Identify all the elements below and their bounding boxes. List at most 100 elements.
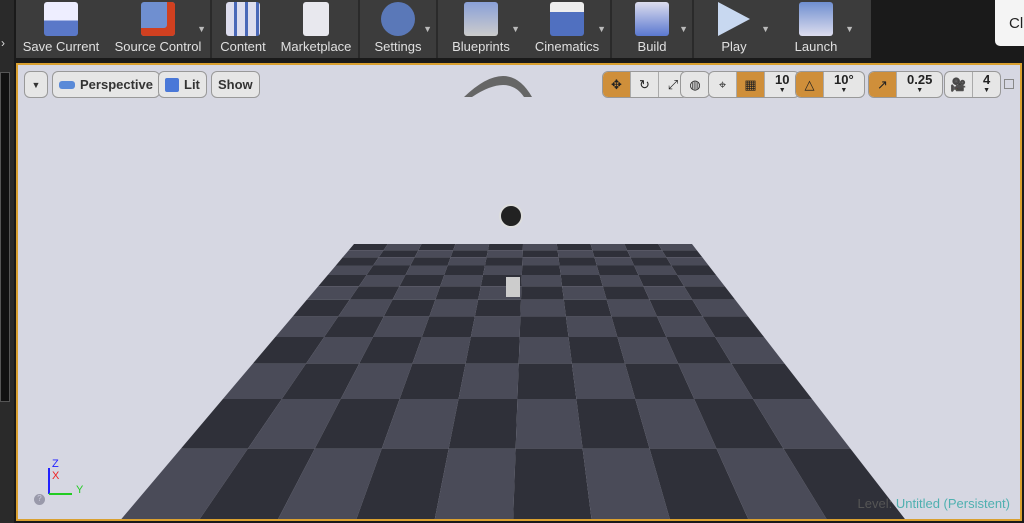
floor-tile xyxy=(335,257,379,266)
floor-tile xyxy=(671,265,716,275)
x-axis-label: X xyxy=(52,470,60,482)
expand-arrow-icon[interactable]: › xyxy=(1,36,5,50)
side-panel xyxy=(0,72,10,402)
sky-sphere-actor xyxy=(499,204,523,228)
label: Marketplace xyxy=(280,39,352,54)
transform-mode-group: ✥ ↻ ⤢ xyxy=(602,71,688,98)
floor-tile xyxy=(378,250,419,258)
launch-button[interactable]: Launch ▼ xyxy=(774,0,858,58)
chevron-down-icon[interactable]: ▼ xyxy=(197,24,206,34)
blueprints-button[interactable]: Blueprints ▼ xyxy=(438,0,524,58)
floor-tile xyxy=(599,275,644,287)
perspective-button[interactable]: Perspective xyxy=(52,71,160,98)
floor-tile xyxy=(342,250,384,258)
level-viewport[interactable]: ▼ Perspective Lit Show ✥ ↻ ⤢ ◍ ⌖ ▦ 10 ▼ △… xyxy=(16,63,1022,521)
floor-tile xyxy=(624,244,662,251)
surface-snap-icon[interactable]: ⌖ xyxy=(709,72,737,97)
rotation-snap-value[interactable]: 10° ▼ xyxy=(824,72,864,97)
marketplace-button[interactable]: Marketplace xyxy=(274,0,358,58)
grid-snap-icon[interactable]: ▦ xyxy=(737,72,765,97)
floor-tile xyxy=(568,337,626,364)
level-name: Untitled (Persistent) xyxy=(895,496,1010,511)
floor-tile xyxy=(414,250,454,258)
settings-button[interactable]: Settings ▼ xyxy=(360,0,436,58)
floor-tile xyxy=(448,399,518,449)
floor-tile xyxy=(559,265,600,275)
label: 4 xyxy=(983,71,991,87)
floor-tile xyxy=(483,265,523,275)
left-panel-strip: › xyxy=(0,0,14,523)
floor-tile xyxy=(594,257,635,266)
floor-tile xyxy=(563,299,612,317)
lit-button[interactable]: Lit xyxy=(158,71,207,98)
floor-tile xyxy=(383,244,422,251)
floor-tile xyxy=(366,265,411,275)
floor-tile xyxy=(658,244,697,251)
level-label: Level: xyxy=(857,496,893,511)
player-start-actor xyxy=(506,277,520,297)
floor-tile xyxy=(405,265,448,275)
content-icon xyxy=(226,2,260,36)
floor-tile xyxy=(487,244,523,251)
label: 10° xyxy=(834,71,854,87)
floor-tile xyxy=(571,363,636,399)
popup-text: Cl xyxy=(1009,15,1024,32)
label: Build xyxy=(637,39,667,54)
chevron-down-icon[interactable]: ▼ xyxy=(845,24,854,34)
label: Cinematics xyxy=(534,39,600,54)
floor-tile xyxy=(521,286,564,300)
floor-tile xyxy=(373,257,415,266)
floor-tile xyxy=(684,286,736,300)
play-icon xyxy=(718,2,750,36)
floor-tile xyxy=(358,275,406,287)
launch-icon xyxy=(799,2,833,36)
show-button[interactable]: Show xyxy=(211,71,260,98)
floor-tile xyxy=(327,265,374,275)
scale-snap-value[interactable]: 0.25 ▼ xyxy=(897,72,942,97)
marketplace-icon xyxy=(303,2,329,36)
label: 10 xyxy=(775,71,790,87)
save-icon xyxy=(44,2,78,36)
label: Source Control xyxy=(114,39,202,54)
save-current-button[interactable]: Save Current xyxy=(16,0,106,58)
floor-tile xyxy=(565,316,618,337)
scale-snap-icon[interactable]: ↗ xyxy=(869,72,897,97)
content-button[interactable]: Content xyxy=(212,0,274,58)
chevron-down-icon[interactable]: ▼ xyxy=(511,24,520,34)
floor-tile xyxy=(410,257,451,266)
blueprints-icon xyxy=(464,2,498,36)
floor-tile xyxy=(429,299,479,317)
chevron-down-icon[interactable]: ▼ xyxy=(679,24,688,34)
translate-icon[interactable]: ✥ xyxy=(603,72,631,97)
label: Show xyxy=(218,77,253,92)
cinematics-button[interactable]: Cinematics ▼ xyxy=(524,0,610,58)
floor-tile xyxy=(444,265,485,275)
floor-tile xyxy=(634,265,678,275)
main-toolbar: Save Current Source Control ▼ Content Mar… xyxy=(16,0,871,58)
floor-tile xyxy=(661,250,703,258)
maximize-viewport-icon[interactable] xyxy=(1004,79,1014,89)
chevron-down-icon[interactable]: ▼ xyxy=(761,24,770,34)
chevron-down-icon[interactable]: ▼ xyxy=(597,24,606,34)
build-button[interactable]: Build ▼ xyxy=(612,0,692,58)
z-axis-label: Z xyxy=(52,458,59,470)
viewport-options-button[interactable]: ▼ xyxy=(24,71,48,98)
play-button[interactable]: Play ▼ xyxy=(694,0,774,58)
camera-speed-value[interactable]: 4 ▼ xyxy=(973,72,1000,97)
floor-tile xyxy=(611,316,667,337)
globe-icon[interactable]: ◍ xyxy=(681,72,709,97)
floor-tile xyxy=(522,250,559,258)
rotate-icon[interactable]: ↻ xyxy=(631,72,659,97)
popup-window[interactable]: Cl xyxy=(995,0,1024,46)
camera-speed-icon[interactable]: 🎥 xyxy=(945,72,973,97)
floor-tile xyxy=(562,286,607,300)
chevron-down-icon[interactable]: ▼ xyxy=(423,24,432,34)
floor-tile xyxy=(590,244,628,251)
floor-tile xyxy=(556,244,593,251)
source-control-button[interactable]: Source Control ▼ xyxy=(106,0,210,58)
chevron-down-icon: ▼ xyxy=(840,86,848,94)
y-axis-label: Y xyxy=(76,484,84,496)
angle-snap-icon[interactable]: △ xyxy=(796,72,824,97)
source-control-icon xyxy=(141,2,175,36)
help-icon[interactable]: ? xyxy=(34,494,45,505)
